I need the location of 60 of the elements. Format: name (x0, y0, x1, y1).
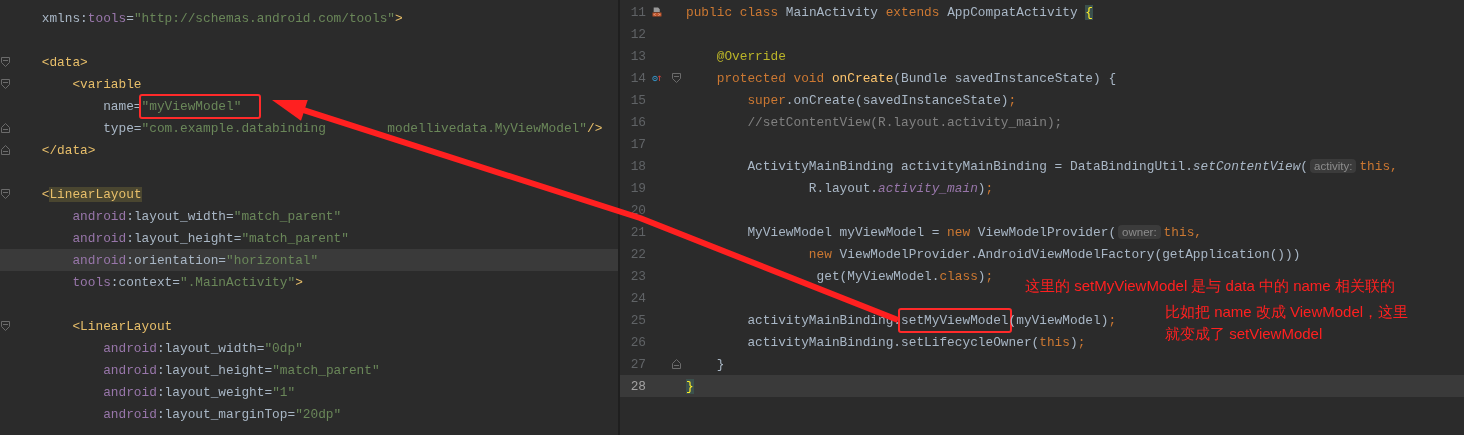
code-line: android:layout_height="match_parent" (102, 362, 380, 378)
code-line: } (715, 356, 725, 372)
code-line: protected void onCreate(Bundle savedInstanceState) { (715, 70, 1117, 86)
code-line: <data> (40, 54, 88, 70)
line-number: 24 (629, 290, 646, 306)
code-line: @Override (715, 48, 786, 64)
parameter-hint: activity: (1310, 159, 1357, 173)
line-number: 23 (629, 268, 646, 284)
fold-icon[interactable] (1, 79, 10, 89)
code-line: xmlns:tools="http://schemas.android.com/tools"> (40, 10, 403, 26)
code-line: public class MainActivity extends AppCompatActivity { (686, 4, 1094, 20)
fold-icon[interactable] (1, 123, 10, 133)
line-number: 16 (629, 114, 646, 130)
code-line: //setContentView(R.layout.activity_main); (746, 114, 1063, 130)
line-number: 27 (629, 356, 646, 372)
parameter-hint: owner: (1118, 225, 1161, 239)
annotation-note: 就变成了 setViewModel (1165, 324, 1323, 344)
fold-icon[interactable] (671, 359, 681, 369)
code-line: android:layout_weight="1" (102, 384, 296, 400)
line-number: 12 (629, 26, 646, 42)
fold-icon[interactable] (1, 145, 10, 155)
fold-icon[interactable] (1, 57, 10, 67)
annotation-note: 比如把 name 改成 ViewModel，这里 (1165, 302, 1409, 322)
line-number: 22 (629, 246, 646, 262)
code-line: </data> (40, 142, 96, 158)
highlighted-code: "myViewModel" (138, 93, 262, 119)
line-number: 21 (629, 224, 646, 240)
code-line: R.layout.activity_main); (807, 180, 994, 196)
code-fragment: this, (1359, 158, 1398, 174)
code-fragment: MyViewModel myViewModel = new ViewModelProvider( (746, 224, 1117, 240)
code-line: tools:context=".MainActivity"> (71, 274, 303, 290)
code-line: android:layout_height="match_parent" (71, 230, 349, 246)
line-number: 25 (629, 312, 646, 328)
code-line: android:layout_width="match_parent" (71, 208, 342, 224)
code-line: <LinearLayout (40, 186, 142, 202)
fold-icon[interactable] (1, 189, 10, 199)
line-number: 26 (629, 334, 646, 350)
fold-icon[interactable] (1, 321, 10, 331)
line-number: 17 (629, 136, 646, 152)
code-line: android:orientation="horizontal" (71, 252, 319, 268)
code-line: super.onCreate(savedInstanceState); (746, 92, 1017, 108)
code-fragment: this, (1163, 224, 1202, 240)
line-number: 18 (629, 158, 646, 174)
line-number: 15 (629, 92, 646, 108)
code-line: <variable (71, 76, 142, 92)
line-number: 19 (629, 180, 646, 196)
code-line: new ViewModelProvider.AndroidViewModelFactory(getApplication())) (807, 246, 1301, 262)
line-number: 28 (629, 378, 646, 394)
code-line: <LinearLayout (71, 318, 173, 334)
code-line: android:layout_marginTop="20dp" (102, 406, 342, 422)
code-line: type="com.example.databinding modellivedata.MyViewModel"/> (102, 120, 603, 136)
code-line: android:layout_width="0dp" (102, 340, 303, 356)
line-number: 13 (629, 48, 646, 64)
line-number: 14 (629, 70, 646, 86)
line-number: 11 (629, 4, 646, 20)
code-line: get(MyViewModel.class); (815, 268, 994, 284)
fold-icon[interactable] (671, 73, 681, 83)
code-fragment: ActivityMainBinding activityMainBinding = DataBindingUtil.setContentView( (746, 158, 1309, 174)
annotation-note: 这里的 setMyViewModel 是与 data 中的 name 相关联的 (1025, 276, 1395, 296)
code-line: activityMainBinding.setLifecycleOwner(this); (746, 334, 1086, 350)
